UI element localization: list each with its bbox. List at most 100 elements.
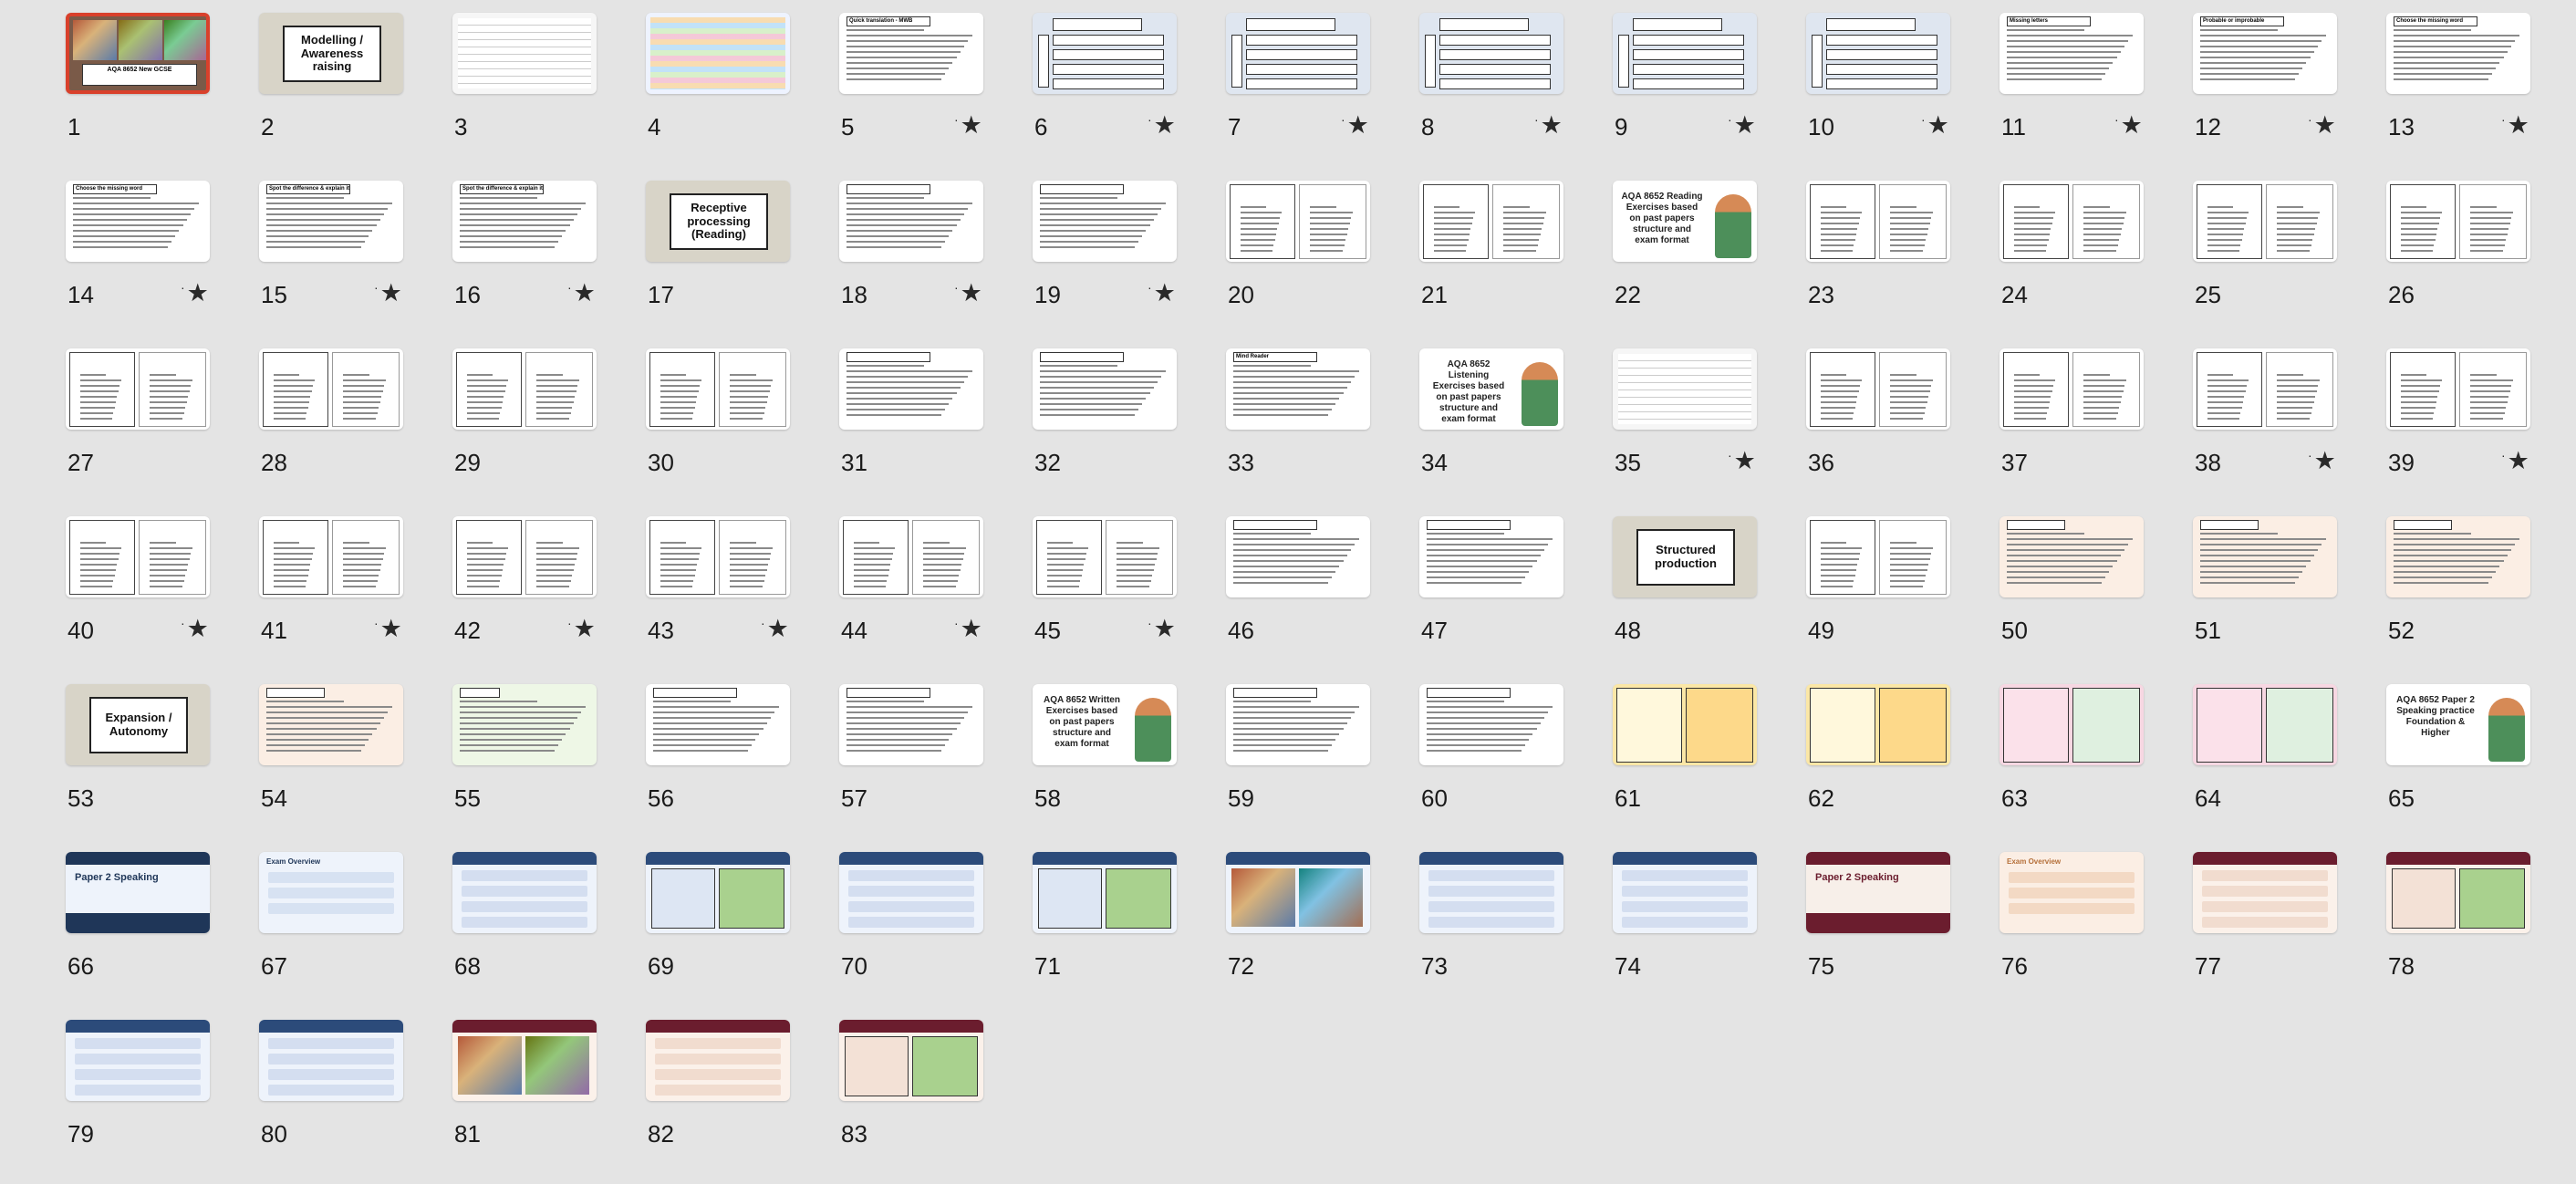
slide-thumbnail-38[interactable]: 38 ·★ [2193, 348, 2366, 513]
slide-thumbnail-39[interactable]: 39 ·★ [2386, 348, 2560, 513]
slide-thumbnail-31[interactable]: 31 [839, 348, 1013, 513]
star-transition-icon[interactable]: ·★ [2308, 449, 2336, 473]
slide-preview[interactable] [2386, 181, 2530, 262]
star-transition-icon[interactable]: ·★ [2308, 113, 2336, 138]
slide-preview[interactable] [2000, 181, 2144, 262]
slide-thumbnail-59[interactable]: 59 [1226, 684, 1399, 848]
slide-preview[interactable] [1419, 13, 1563, 94]
slide-preview[interactable] [1613, 348, 1757, 430]
slide-thumbnail-6[interactable]: 6 ·★ [1033, 13, 1206, 177]
slide-preview[interactable] [1613, 852, 1757, 933]
slide-thumbnail-48[interactable]: Structured production 48 [1613, 516, 1786, 680]
slide-preview[interactable] [2193, 684, 2337, 765]
star-transition-icon[interactable]: ·★ [954, 113, 982, 138]
slide-preview[interactable] [646, 348, 790, 430]
slide-thumbnail-13[interactable]: Choose the missing word 13 ·★ [2386, 13, 2560, 177]
slide-preview[interactable] [646, 13, 790, 94]
slide-preview[interactable] [452, 516, 597, 597]
slide-thumbnail-9[interactable]: 9 ·★ [1613, 13, 1786, 177]
slide-thumbnail-1[interactable]: AQA 8652 New GCSE 1 [66, 13, 239, 177]
slide-thumbnail-83[interactable]: 83 [839, 1020, 1013, 1184]
star-transition-icon[interactable]: ·★ [1148, 113, 1176, 138]
slide-preview[interactable] [1806, 684, 1950, 765]
slide-thumbnail-18[interactable]: 18 ·★ [839, 181, 1013, 345]
star-transition-icon[interactable]: ·★ [954, 617, 982, 641]
slide-preview[interactable] [452, 684, 597, 765]
slide-thumbnail-32[interactable]: 32 [1033, 348, 1206, 513]
slide-preview[interactable]: Probable or improbable [2193, 13, 2337, 94]
slide-thumbnail-41[interactable]: 41 ·★ [259, 516, 432, 680]
slide-preview[interactable]: Structured production [1613, 516, 1757, 597]
slide-thumbnail-47[interactable]: 47 [1419, 516, 1593, 680]
slide-preview[interactable] [1613, 13, 1757, 94]
slide-thumbnail-14[interactable]: Choose the missing word 14 ·★ [66, 181, 239, 345]
slide-preview[interactable] [259, 684, 403, 765]
star-transition-icon[interactable]: ·★ [761, 617, 789, 641]
star-transition-icon[interactable]: ·★ [2501, 449, 2529, 473]
slide-thumbnail-29[interactable]: 29 [452, 348, 626, 513]
slide-thumbnail-64[interactable]: 64 [2193, 684, 2366, 848]
slide-thumbnail-61[interactable]: 61 [1613, 684, 1786, 848]
slide-thumbnail-73[interactable]: 73 [1419, 852, 1593, 1016]
slide-preview[interactable]: Spot the difference & explain it to your… [452, 181, 597, 262]
slide-thumbnail-51[interactable]: 51 [2193, 516, 2366, 680]
slide-preview[interactable] [1806, 516, 1950, 597]
slide-thumbnail-52[interactable]: 52 [2386, 516, 2560, 680]
slide-preview[interactable] [1033, 348, 1177, 430]
slide-preview[interactable]: Spot the difference & explain it to your… [259, 181, 403, 262]
star-transition-icon[interactable]: ·★ [567, 281, 596, 306]
slide-preview[interactable]: AQA 8652 New GCSE [66, 13, 210, 94]
slide-preview[interactable] [66, 516, 210, 597]
slide-thumbnail-53[interactable]: Expansion / Autonomy 53 [66, 684, 239, 848]
slide-preview[interactable]: Receptive processing (Reading) [646, 181, 790, 262]
slide-thumbnail-7[interactable]: 7 ·★ [1226, 13, 1399, 177]
slide-preview[interactable] [839, 516, 983, 597]
slide-preview[interactable] [1806, 348, 1950, 430]
slide-preview[interactable]: AQA 8652 Listening Exercises based on pa… [1419, 348, 1563, 430]
star-transition-icon[interactable]: ·★ [1148, 281, 1176, 306]
slide-thumbnail-45[interactable]: 45 ·★ [1033, 516, 1206, 680]
slide-thumbnail-58[interactable]: AQA 8652 Written Exercises based on past… [1033, 684, 1206, 848]
slide-preview[interactable] [1033, 516, 1177, 597]
slide-thumbnail-67[interactable]: Exam Overview 67 [259, 852, 432, 1016]
slide-thumbnail-24[interactable]: 24 [2000, 181, 2173, 345]
slide-thumbnail-62[interactable]: 62 [1806, 684, 1979, 848]
slide-preview[interactable] [839, 1020, 983, 1101]
slide-thumbnail-80[interactable]: 80 [259, 1020, 432, 1184]
star-transition-icon[interactable]: ·★ [1728, 449, 1756, 473]
slide-preview[interactable] [452, 13, 597, 94]
slide-preview[interactable] [452, 852, 597, 933]
slide-preview[interactable]: Mind Reader [1226, 348, 1370, 430]
slide-preview[interactable] [1806, 181, 1950, 262]
slide-thumbnail-37[interactable]: 37 [2000, 348, 2173, 513]
slide-thumbnail-75[interactable]: Paper 2 Speaking 75 [1806, 852, 1979, 1016]
slide-preview[interactable] [1226, 181, 1370, 262]
slide-thumbnail-27[interactable]: 27 [66, 348, 239, 513]
slide-thumbnail-76[interactable]: Exam Overview 76 [2000, 852, 2173, 1016]
slide-preview[interactable]: Choose the missing word [2386, 13, 2530, 94]
slide-thumbnail-74[interactable]: 74 [1613, 852, 1786, 1016]
slide-thumbnail-22[interactable]: AQA 8652 Reading Exercises based on past… [1613, 181, 1786, 345]
slide-preview[interactable] [66, 1020, 210, 1101]
slide-thumbnail-23[interactable]: 23 [1806, 181, 1979, 345]
slide-thumbnail-35[interactable]: 35 ·★ [1613, 348, 1786, 513]
slide-thumbnail-69[interactable]: 69 [646, 852, 819, 1016]
slide-thumbnail-20[interactable]: 20 [1226, 181, 1399, 345]
slide-thumbnail-65[interactable]: AQA 8652 Paper 2 Speaking practice Found… [2386, 684, 2560, 848]
slide-thumbnail-17[interactable]: Receptive processing (Reading) 17 [646, 181, 819, 345]
slide-thumbnail-77[interactable]: 77 [2193, 852, 2366, 1016]
star-transition-icon[interactable]: ·★ [181, 617, 209, 641]
slide-thumbnail-2[interactable]: Modelling / Awareness raising 2 [259, 13, 432, 177]
slide-thumbnail-54[interactable]: 54 [259, 684, 432, 848]
star-transition-icon[interactable]: ·★ [1534, 113, 1563, 138]
slide-preview[interactable]: AQA 8652 Reading Exercises based on past… [1613, 181, 1757, 262]
slide-preview[interactable] [1806, 13, 1950, 94]
slide-thumbnail-34[interactable]: AQA 8652 Listening Exercises based on pa… [1419, 348, 1593, 513]
slide-preview[interactable] [839, 684, 983, 765]
slide-preview[interactable] [2193, 852, 2337, 933]
slide-thumbnail-49[interactable]: 49 [1806, 516, 1979, 680]
star-transition-icon[interactable]: ·★ [374, 281, 402, 306]
slide-thumbnail-43[interactable]: 43 ·★ [646, 516, 819, 680]
slide-thumbnail-15[interactable]: Spot the difference & explain it to your… [259, 181, 432, 345]
slide-thumbnail-57[interactable]: 57 [839, 684, 1013, 848]
